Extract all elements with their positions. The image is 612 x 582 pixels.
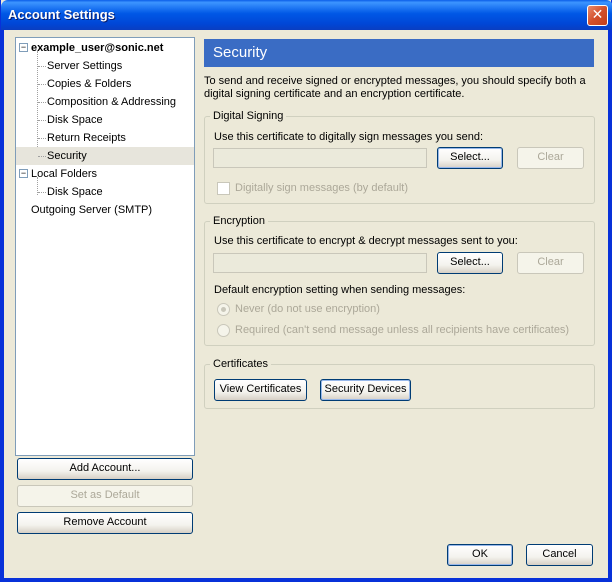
default-encryption-label: Default encryption setting when sending … <box>214 284 466 296</box>
close-button[interactable]: ✕ <box>587 5 608 26</box>
tree-item-disk-space[interactable]: Disk Space <box>16 111 194 129</box>
tree-item-label: Disk Space <box>47 186 103 198</box>
add-account-button[interactable]: Add Account... <box>17 458 193 480</box>
tree-item-label: Composition & Addressing <box>47 96 177 108</box>
tree-item-label: Server Settings <box>47 60 123 72</box>
encryption-legend: Encryption <box>210 215 268 228</box>
security-devices-button[interactable]: Security Devices <box>320 379 411 401</box>
tree-item-outgoing-server[interactable]: Outgoing Server (SMTP) <box>16 201 194 219</box>
ok-button[interactable]: OK <box>447 544 513 566</box>
encryption-certificate-field[interactable] <box>213 253 427 273</box>
tree-guide-line <box>38 120 46 121</box>
tree-guide-line <box>38 138 46 139</box>
tree-item-composition-addressing[interactable]: Composition & Addressing <box>16 93 194 111</box>
tree-item-security[interactable]: Security <box>16 147 194 165</box>
tree-item-local-folders[interactable]: − Local Folders <box>16 165 194 183</box>
tree-guide-line <box>38 192 46 193</box>
signing-certificate-field[interactable] <box>213 148 427 168</box>
signing-select-button[interactable]: Select... <box>437 147 503 169</box>
encryption-clear-button[interactable]: Clear <box>517 252 584 274</box>
certificates-legend: Certificates <box>210 358 272 371</box>
tree-item-return-receipts[interactable]: Return Receipts <box>16 129 194 147</box>
collapse-icon[interactable]: − <box>19 43 28 52</box>
tree-item-label: example_user@sonic.net <box>31 42 164 54</box>
encryption-select-button[interactable]: Select... <box>437 252 503 274</box>
remove-account-button[interactable]: Remove Account <box>17 512 193 534</box>
tree-guide-line <box>38 84 46 85</box>
page-title: Security <box>204 39 594 67</box>
never-encrypt-radio[interactable] <box>217 303 230 316</box>
tree-item-label: Disk Space <box>47 114 103 126</box>
account-settings-window: Account Settings ✕ − example_user@sonic.… <box>0 0 612 582</box>
view-certificates-button[interactable]: View Certificates <box>214 379 307 401</box>
tree-item-label: Return Receipts <box>47 132 126 144</box>
collapse-icon[interactable]: − <box>19 169 28 178</box>
window-border-bottom <box>1 578 612 581</box>
close-icon: ✕ <box>591 7 604 23</box>
signing-clear-button[interactable]: Clear <box>517 147 584 169</box>
required-encrypt-label: Required (can't send message unless all … <box>235 324 570 336</box>
signing-instruction: Use this certificate to digitally sign m… <box>214 131 484 143</box>
sign-by-default-checkbox[interactable] <box>217 182 230 195</box>
window-border-left <box>1 30 4 582</box>
account-tree[interactable]: − example_user@sonic.net Server Settings… <box>15 37 195 456</box>
window-title: Account Settings <box>8 7 115 22</box>
required-encrypt-radio[interactable] <box>217 324 230 337</box>
set-default-button[interactable]: Set as Default <box>17 485 193 507</box>
tree-item-copies-folders[interactable]: Copies & Folders <box>16 75 194 93</box>
tree-item-label: Outgoing Server (SMTP) <box>31 204 153 216</box>
cancel-button[interactable]: Cancel <box>526 544 593 566</box>
tree-guide-line <box>38 66 46 67</box>
window-border-right <box>608 30 611 582</box>
tree-item-server-settings[interactable]: Server Settings <box>16 57 194 75</box>
tree-item-account[interactable]: − example_user@sonic.net <box>16 39 194 57</box>
sign-by-default-label: Digitally sign messages (by default) <box>235 182 409 194</box>
digital-signing-legend: Digital Signing <box>210 110 287 123</box>
title-bar[interactable]: Account Settings ✕ <box>1 0 612 30</box>
tree-item-label: Copies & Folders <box>47 78 132 90</box>
encryption-instruction: Use this certificate to encrypt & decryp… <box>214 235 518 247</box>
tree-item-label: Local Folders <box>31 168 98 180</box>
tree-guide-line <box>38 102 46 103</box>
tree-item-label: Security <box>47 150 87 162</box>
tree-guide-line <box>38 156 46 157</box>
never-encrypt-label: Never (do not use encryption) <box>235 303 380 315</box>
tree-item-local-disk-space[interactable]: Disk Space <box>16 183 194 201</box>
panel-description: To send and receive signed or encrypted … <box>204 75 586 100</box>
